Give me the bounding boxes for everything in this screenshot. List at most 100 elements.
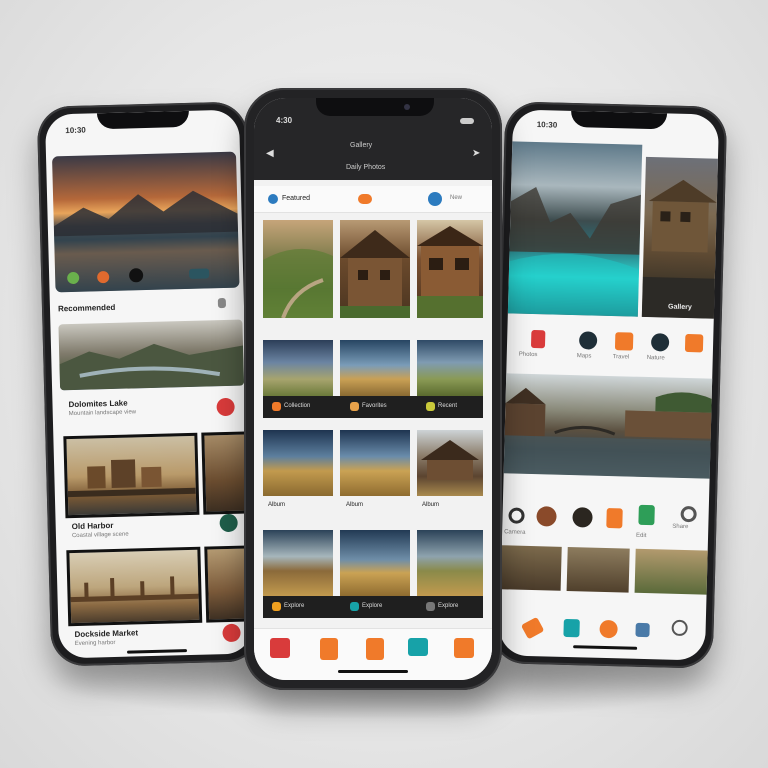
center-grid-r2c2[interactable] [340, 340, 410, 396]
right-icon-travel[interactable] [614, 332, 634, 351]
right-lake-photo[interactable] [507, 141, 643, 317]
center-r3c3-hut [421, 440, 479, 480]
center-grid-r3c1[interactable] [263, 430, 333, 496]
center-grid-r4c2[interactable] [340, 530, 410, 596]
center-grid-r1c2[interactable] [340, 220, 410, 318]
right-icon-settings[interactable] [680, 505, 697, 523]
right-tab-1[interactable] [520, 616, 545, 640]
right-lake-cliffs [507, 187, 641, 317]
center-r2c2-icon[interactable] [350, 402, 359, 411]
left-phone-screen: 10:30 Recommended Dolomites Lake Mountai… [44, 109, 254, 659]
center-phone-screen: 4:30 ◀ Gallery Daily Photos ➤ Featured N… [254, 98, 492, 680]
right-tab-5[interactable] [671, 619, 688, 637]
center-r2c1-label: Collection [284, 403, 311, 409]
center-chip1-label[interactable]: Featured [282, 195, 310, 202]
right-icon-green[interactable] [638, 504, 655, 526]
right-bottom-label-1: Edit [635, 532, 647, 540]
center-grid-r2c1[interactable] [263, 340, 333, 396]
center-header-sub: Daily Photos [346, 164, 386, 171]
center-r2c1-icon[interactable] [272, 402, 281, 411]
right-side-label: Gallery [667, 303, 692, 312]
center-r2c3-label: Recent [438, 403, 458, 409]
right-thumb-2[interactable] [566, 546, 630, 593]
right-phone-screen: 10:30 Gallery Photos Maps Travel Nature … [498, 109, 720, 661]
center-tab-albums-icon[interactable] [320, 638, 338, 660]
center-grid-r3c3[interactable] [417, 430, 483, 496]
center-grid-r1c1[interactable] [263, 220, 333, 318]
left-home-indicator[interactable] [126, 649, 188, 654]
left-item2-title: Old Harbor [71, 520, 114, 532]
right-icon-label-3: Nature [646, 354, 665, 362]
right-icon-edit[interactable] [536, 506, 557, 527]
right-river-scene [503, 387, 716, 479]
center-back-icon[interactable]: ◀ [266, 148, 274, 159]
left-item2-action-icon[interactable] [219, 513, 238, 533]
right-village-photo[interactable] [641, 156, 720, 319]
left-photo-4[interactable] [66, 546, 203, 627]
center-chip1-icon[interactable] [268, 194, 278, 204]
center-share-icon[interactable]: ➤ [472, 148, 480, 159]
right-icon-label-0: Photos [518, 351, 538, 359]
center-r1c3-house [417, 226, 483, 318]
left-photo-2[interactable] [58, 319, 245, 391]
center-tab-home-icon[interactable] [270, 638, 290, 658]
left-status-time: 10:30 [65, 125, 86, 136]
right-icon-camera[interactable] [508, 507, 525, 524]
right-home-indicator[interactable] [573, 645, 638, 650]
left-section-title: Recommended [57, 302, 116, 314]
left-item3-sub: Evening harbor [74, 639, 116, 648]
right-thumb-1[interactable] [500, 545, 562, 591]
center-grid-r1c3[interactable] [417, 220, 483, 318]
center-r4c2-icon[interactable] [350, 602, 359, 611]
left-more-icon[interactable] [217, 297, 227, 309]
center-tab-profile-icon[interactable] [454, 638, 474, 658]
left-item1-action-icon[interactable] [216, 397, 235, 417]
center-r3c1-label: Album [268, 502, 286, 508]
center-r3c3-label: Album [422, 502, 440, 508]
center-r4c1-icon[interactable] [272, 602, 281, 611]
right-icon-label-2: Travel [612, 354, 630, 361]
left-photo-3[interactable] [63, 432, 200, 519]
center-r1c2-cabin [340, 230, 410, 318]
right-phone: 10:30 Gallery Photos Maps Travel Nature … [490, 101, 728, 669]
center-chip3-icon[interactable] [428, 192, 442, 206]
left-item3-title: Dockside Market [74, 628, 139, 640]
left-hero-mountains [53, 190, 240, 293]
right-icon-nature[interactable] [650, 333, 670, 352]
center-grid-r4c3[interactable] [417, 530, 483, 596]
right-icon-share[interactable] [572, 507, 593, 528]
right-tab-3[interactable] [599, 619, 618, 639]
center-r4c2-label: Explore [362, 603, 383, 609]
right-river-photo[interactable] [503, 373, 717, 479]
right-icon-extra[interactable] [684, 333, 704, 353]
right-bottom-label-2: Share [672, 523, 689, 531]
right-thumb-3[interactable] [634, 548, 712, 595]
right-icon-label-1: Maps [576, 353, 592, 360]
left-photo-2-hills [59, 343, 245, 391]
center-grid-r4c1[interactable] [263, 530, 333, 596]
right-tab-4[interactable] [635, 622, 650, 638]
center-tab-shared-icon[interactable] [408, 638, 428, 656]
center-grid-r3c2[interactable] [340, 430, 410, 496]
right-icon-photos[interactable] [530, 329, 546, 349]
center-header-title: Gallery [350, 142, 373, 149]
center-r2c3-icon[interactable] [426, 402, 435, 411]
left-hero-photo[interactable] [52, 151, 240, 293]
center-chip2-icon[interactable] [358, 194, 372, 204]
right-notch [570, 110, 668, 130]
left-item3-action-icon[interactable] [222, 623, 241, 643]
right-icon-orange[interactable] [606, 507, 623, 529]
right-tab-2[interactable] [563, 618, 580, 638]
right-village-house [641, 179, 719, 319]
center-r4c1-label: Explore [284, 603, 305, 609]
center-chip2-label[interactable]: New [450, 195, 462, 201]
left-hero-badge-icon[interactable] [189, 268, 210, 279]
left-phone: 10:30 Recommended Dolomites Lake Mountai… [36, 101, 262, 667]
center-home-indicator[interactable] [338, 670, 408, 673]
center-r4c3-icon[interactable] [426, 602, 435, 611]
right-icon-maps[interactable] [578, 331, 598, 350]
center-tab-camera-icon[interactable] [366, 638, 384, 660]
center-notch [316, 98, 434, 116]
center-grid-r2c3[interactable] [417, 340, 483, 396]
left-photo-4-piers [70, 576, 199, 603]
